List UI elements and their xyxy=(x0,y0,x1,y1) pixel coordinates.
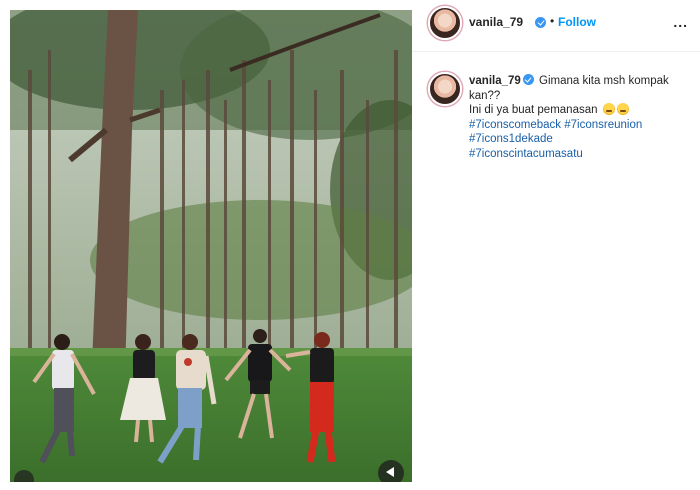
hashtag-link[interactable]: #7iconscomeback xyxy=(469,119,561,131)
avatar[interactable] xyxy=(428,6,462,40)
hashtag-link[interactable]: #7iconscintacumasatu xyxy=(469,148,583,160)
caption-avatar[interactable] xyxy=(428,72,462,106)
caption-username[interactable]: vanila_79 xyxy=(469,75,521,87)
video-frame xyxy=(10,10,412,482)
verified-badge-icon xyxy=(522,74,534,85)
hashtag-link[interactable]: #7iconsreunion xyxy=(564,119,642,131)
video-mute-icon[interactable] xyxy=(378,460,404,482)
post-caption: vanila_79 Gimana kita msh kompak kan?? I… xyxy=(469,74,689,161)
dot-separator: • xyxy=(550,14,555,28)
post-header: vanila_79 • Follow ... xyxy=(412,0,700,52)
grinning-emoji-icon xyxy=(602,103,615,115)
hashtag-link[interactable]: #7icons1dekade xyxy=(469,133,553,145)
header-username[interactable]: vanila_79 xyxy=(469,15,523,29)
more-options-icon[interactable]: ... xyxy=(673,14,688,30)
post-side-panel: vanila_79 • Follow ... vanila_79 Gimana … xyxy=(412,0,700,490)
caption-text-line2: Ini di ya buat pemanasan xyxy=(469,104,598,116)
grinning-emoji-icon xyxy=(616,103,629,115)
post-video[interactable] xyxy=(10,10,412,482)
follow-button[interactable]: Follow xyxy=(558,15,596,29)
verified-badge-icon xyxy=(535,17,546,28)
